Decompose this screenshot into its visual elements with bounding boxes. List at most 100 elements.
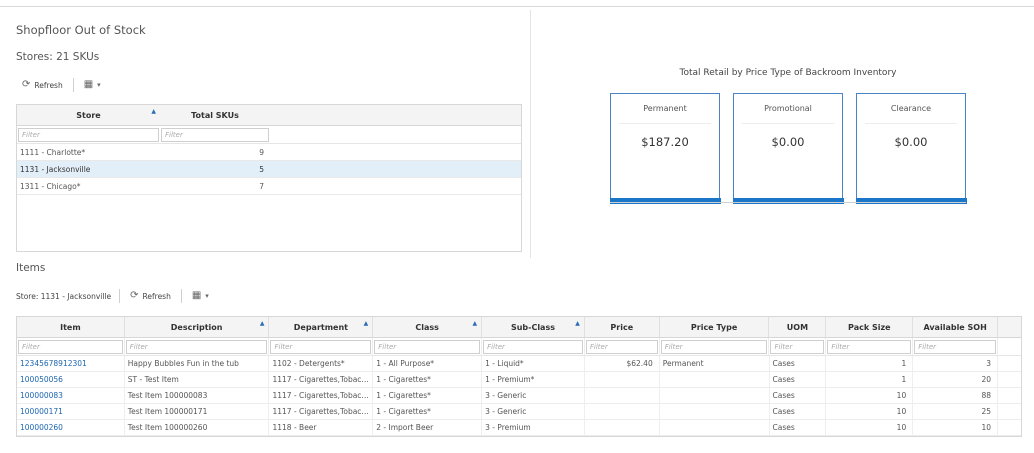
card-label: Clearance <box>865 94 957 124</box>
column-header-label: Available SOH <box>923 322 987 332</box>
uom-cell: Cases <box>770 419 827 436</box>
sort-ascending-icon: ▲ <box>363 320 369 327</box>
department-filter-input[interactable]: Filter <box>270 340 372 354</box>
class-cell: 1 - Cigarettes* <box>373 403 483 420</box>
column-header-label: UOM <box>786 322 809 332</box>
grid-view-icon: ▦ <box>83 79 94 90</box>
column-header-class[interactable]: Class ▲ <box>373 317 483 337</box>
pack-size-cell: 1 <box>826 355 914 372</box>
column-header-price[interactable]: Price <box>585 317 660 337</box>
department-cell: 1118 - Beer <box>269 419 374 436</box>
chevron-down-icon: ▾ <box>205 291 209 300</box>
sub-class-cell: 3 - Generic <box>482 403 585 420</box>
card-value: $187.20 <box>641 135 689 149</box>
items-table-header: Item Description ▲ Department ▲ Class ▲ Sub… <box>17 317 1021 338</box>
toolbar-separator <box>72 78 74 92</box>
table-row[interactable]: 100000083 Test Item 100000083 1117 - Cigar… <box>17 387 1021 404</box>
stores-table-header: Store ▲ Total SKUs <box>17 105 521 126</box>
refresh-icon: ⟳ <box>130 290 139 301</box>
description-cell: Test Item 100000260 <box>125 419 270 436</box>
column-header-price-type[interactable]: Price Type <box>660 317 770 337</box>
items-refresh-button[interactable]: ⟳ Refresh <box>124 287 177 305</box>
class-cell: 2 - Import Beer <box>373 419 483 436</box>
row-spacer <box>998 372 1021 388</box>
top-divider <box>0 6 1034 7</box>
price-cell <box>585 419 660 436</box>
description-cell: ST - Test Item <box>125 371 270 388</box>
clearance-card[interactable]: Clearance $0.00 <box>855 93 967 204</box>
promotional-card[interactable]: Promotional $0.00 <box>732 93 844 204</box>
column-header-description[interactable]: Description ▲ <box>125 317 270 337</box>
stores-view-menu-button[interactable]: ▦ ▾ <box>78 76 107 94</box>
items-section-title: Items <box>16 262 46 274</box>
vertical-divider <box>530 10 531 258</box>
cards-baseline <box>610 202 966 203</box>
column-header-available-soh[interactable]: Available SOH <box>913 317 999 337</box>
description-cell: Test Item 100000171 <box>125 403 270 420</box>
column-header-label: Class <box>415 322 439 332</box>
table-row[interactable]: 100000260 Test Item 100000260 1118 - Beer 2… <box>17 419 1021 436</box>
table-row-selected[interactable]: 1131 - Jacksonville 5 <box>17 161 521 178</box>
total-skus-cell: 9 <box>259 147 264 157</box>
sort-ascending-icon: ▲ <box>575 320 580 327</box>
store-filter-input[interactable]: Filter <box>18 128 159 142</box>
column-header-sub-class[interactable]: Sub-Class ▲ <box>482 317 585 337</box>
pack-size-filter-input[interactable]: Filter <box>827 340 912 354</box>
class-filter-input[interactable]: Filter <box>374 340 481 354</box>
column-header-pack-size[interactable]: Pack Size <box>826 317 914 337</box>
column-header-total-skus-label: Total SKUs <box>191 110 239 120</box>
column-header-uom[interactable]: UOM <box>769 317 827 337</box>
item-cell[interactable]: 100050056 <box>17 371 125 388</box>
available-soh-cell: 88 <box>913 387 999 404</box>
sort-ascending-icon: ▲ <box>472 320 478 327</box>
price-filter-input[interactable]: Filter <box>585 340 658 354</box>
uom-filter-input[interactable]: Filter <box>770 340 825 354</box>
pack-size-cell: 1 <box>826 371 914 388</box>
table-row[interactable]: 1111 - Charlotte* 9 <box>17 144 521 161</box>
item-cell[interactable]: 12345678912301 <box>17 355 125 372</box>
class-cell: 1 - All Purpose* <box>373 355 483 372</box>
row-spacer <box>998 388 1021 404</box>
toolbar-separator <box>180 289 182 303</box>
stores-section-title: Stores: 21 SKUs <box>16 51 100 63</box>
column-header-department[interactable]: Department ▲ <box>269 317 374 337</box>
available-soh-cell: 20 <box>913 371 999 388</box>
stores-refresh-button[interactable]: ⟳ Refresh <box>16 76 69 94</box>
department-cell: 1117 - Cigarettes,Tobacc... <box>269 371 374 388</box>
stores-table: Store ▲ Total SKUs Filter Filter 1111 - … <box>16 104 522 252</box>
table-row[interactable]: 100000171 Test Item 100000171 1117 - Cigar… <box>17 403 1021 420</box>
price-cell <box>585 387 660 404</box>
sub-class-cell: 3 - Generic <box>482 387 585 404</box>
total-skus-filter-input[interactable]: Filter <box>161 128 269 142</box>
available-soh-filter-input[interactable]: Filter <box>914 340 997 354</box>
description-cell: Test Item 100000083 <box>125 387 270 404</box>
column-header-label: Sub-Class <box>510 322 555 332</box>
table-row[interactable]: 1311 - Chicago* 7 <box>17 178 521 195</box>
card-value: $0.00 <box>771 135 805 149</box>
items-view-menu-button[interactable]: ▦ ▾ <box>186 287 215 305</box>
item-cell[interactable]: 100000260 <box>17 419 125 436</box>
permanent-card[interactable]: Permanent $187.20 <box>609 93 721 204</box>
column-header-label: Description <box>170 322 223 332</box>
column-header-item[interactable]: Item <box>17 317 125 337</box>
card-label: Promotional <box>742 94 834 124</box>
item-cell[interactable]: 100000083 <box>17 387 125 404</box>
column-header-store[interactable]: Store ▲ <box>17 105 160 125</box>
item-filter-input[interactable]: Filter <box>18 340 123 354</box>
column-header-store-label: Store <box>76 110 101 120</box>
sub-class-filter-input[interactable]: Filter <box>483 340 583 354</box>
uom-cell: Cases <box>770 387 827 404</box>
row-spacer <box>998 404 1021 420</box>
card-value: $0.00 <box>894 135 928 149</box>
table-row[interactable]: 12345678912301 Happy Bubbles Fun in the t… <box>17 355 1021 372</box>
price-cell <box>585 403 660 420</box>
row-spacer <box>998 356 1021 372</box>
table-row[interactable]: 100050056 ST - Test Item 1117 - Cigarettes… <box>17 371 1021 388</box>
column-header-total-skus[interactable]: Total SKUs <box>160 105 270 125</box>
description-filter-input[interactable]: Filter <box>125 340 268 354</box>
price-type-filter-input[interactable]: Filter <box>660 340 768 354</box>
item-cell[interactable]: 100000171 <box>17 403 125 420</box>
grid-view-icon: ▦ <box>191 290 202 301</box>
stores-refresh-label: Refresh <box>34 80 63 90</box>
total-skus-cell: 5 <box>259 164 264 174</box>
